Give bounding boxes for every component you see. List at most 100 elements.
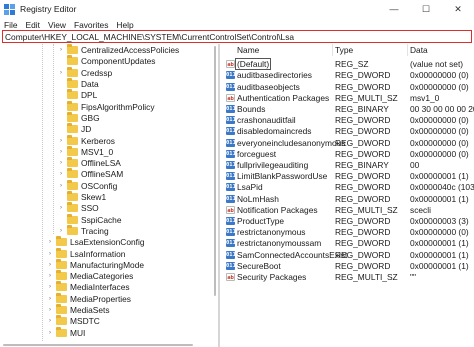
value-data: 0x00000001 (1) bbox=[410, 260, 469, 271]
value-row[interactable]: ab (Default) REG_SZ (value not set) bbox=[220, 58, 474, 71]
value-row[interactable]: 011 fullprivilegeauditing REG_BINARY 00 bbox=[220, 159, 474, 170]
value-row[interactable]: 011 everyoneincludesanonymous REG_DWORD 0x0… bbox=[220, 137, 474, 148]
chevron-right-icon[interactable]: › bbox=[57, 205, 65, 211]
value-row[interactable]: 011 auditbasedirectories REG_DWORD 0x000000… bbox=[220, 70, 474, 81]
value-name: restrictanonymoussam bbox=[237, 238, 322, 249]
chevron-right-icon[interactable]: › bbox=[46, 296, 54, 302]
close-button[interactable]: ✕ bbox=[442, 0, 474, 18]
value-name: (Default) bbox=[235, 58, 272, 71]
tree-item[interactable]: › OSConfig bbox=[0, 179, 218, 191]
tree-item[interactable]: › MSDTC bbox=[0, 315, 218, 327]
menu-file[interactable]: File bbox=[0, 20, 22, 30]
value-row[interactable]: ab Security Packages REG_MULTI_SZ "" bbox=[220, 271, 474, 282]
chevron-right-icon[interactable]: › bbox=[46, 330, 54, 336]
value-type: REG_DWORD bbox=[335, 238, 391, 249]
tree-hscroll-thumb[interactable] bbox=[3, 344, 193, 346]
tree-item[interactable]: › Credssp bbox=[0, 66, 218, 78]
column-header: Name Type Data bbox=[220, 44, 474, 56]
chevron-right-icon[interactable]: › bbox=[57, 47, 65, 53]
binary-value-icon: 011 bbox=[226, 250, 236, 259]
tree-horizontal-scrollbar[interactable] bbox=[0, 342, 212, 347]
chevron-right-icon[interactable]: › bbox=[46, 239, 54, 245]
tree-item[interactable]: › OfflineLSA bbox=[0, 157, 218, 169]
tree-item[interactable]: › LsaInformation bbox=[0, 247, 218, 259]
value-row[interactable]: 011LsaPid REG_DWORD 0x0000040c (1036) bbox=[220, 182, 474, 193]
value-row[interactable]: 011 LimitBlankPasswordUse REG_DWORD 0x00000… bbox=[220, 171, 474, 182]
value-row[interactable]: 011 NoLmHash REG_DWORD 0x00000001 (1) bbox=[220, 193, 474, 204]
value-row[interactable]: 011 restrictanonymous REG_DWORD 0x00000000 … bbox=[220, 227, 474, 238]
value-type: REG_DWORD bbox=[335, 70, 391, 81]
value-row[interactable]: 011 SecureBoot REG_DWORD 0x00000001 (1) bbox=[220, 260, 474, 271]
tree-item-label: ManufacturingMode bbox=[70, 259, 145, 270]
tree-item-label: OSConfig bbox=[81, 180, 118, 191]
chevron-right-icon[interactable]: › bbox=[57, 149, 65, 155]
value-row[interactable]: ab Notification Packages REG_MULTI_SZ scecl… bbox=[220, 204, 474, 215]
tree-item[interactable]: › MUI bbox=[0, 326, 218, 338]
tree-item[interactable]: ComponentUpdates bbox=[0, 55, 218, 67]
tree-item[interactable]: Skew1 bbox=[0, 191, 218, 202]
binary-value-icon: 011 bbox=[226, 149, 236, 158]
tree-item[interactable]: › MediaSets bbox=[0, 304, 218, 315]
tree-item[interactable]: › MSV1_0 bbox=[0, 145, 218, 157]
tree-item[interactable]: › MediaCategories bbox=[0, 270, 218, 282]
value-row[interactable]: 011 restrictanonymoussam REG_DWORD 0x000000… bbox=[220, 238, 474, 249]
value-row[interactable]: 011 auditbaseobjects REG_DWORD 0x00000000 (… bbox=[220, 81, 474, 92]
tree-item[interactable]: JD bbox=[0, 123, 218, 135]
column-divider[interactable] bbox=[407, 44, 408, 56]
chevron-right-icon[interactable]: › bbox=[57, 183, 65, 189]
key-tree[interactable]: › CentralizedAccessPolicies ComponentUpdat… bbox=[0, 44, 218, 347]
tree-scroll-thumb[interactable] bbox=[214, 46, 216, 296]
chevron-right-icon[interactable]: › bbox=[57, 138, 65, 144]
tree-item[interactable]: › CentralizedAccessPolicies bbox=[0, 44, 218, 56]
binary-value-icon: 011 bbox=[226, 228, 236, 237]
value-type: REG_DWORD bbox=[335, 126, 391, 137]
value-row[interactable]: 011Bounds REG_BINARY 00 30 00 00 00 20 00 bbox=[220, 103, 474, 114]
tree-item[interactable]: › SSO bbox=[0, 202, 218, 214]
maximize-button[interactable]: ☐ bbox=[410, 0, 442, 18]
value-row[interactable]: ab Authentication Packages REG_MULTI_SZ msv… bbox=[220, 92, 474, 103]
chevron-right-icon[interactable]: › bbox=[46, 262, 54, 268]
chevron-right-icon[interactable]: › bbox=[46, 273, 54, 279]
tree-item[interactable]: SspiCache bbox=[0, 213, 218, 225]
value-row[interactable]: 011 ProductType REG_DWORD 0x00000003 (3) bbox=[220, 215, 474, 226]
column-data-header[interactable]: Data bbox=[410, 45, 428, 55]
value-data: 0x00000000 (0) bbox=[410, 137, 469, 148]
tree-item[interactable]: › MediaInterfaces bbox=[0, 281, 218, 293]
tree-item[interactable]: › OfflineSAM bbox=[0, 168, 218, 180]
menu-edit[interactable]: Edit bbox=[22, 20, 44, 30]
chevron-right-icon[interactable]: › bbox=[57, 160, 65, 166]
chevron-right-icon[interactable]: › bbox=[57, 70, 65, 76]
value-row[interactable]: 011 crashonauditfail REG_DWORD 0x00000000 (… bbox=[220, 115, 474, 126]
tree-item[interactable]: FipsAlgorithmPolicy bbox=[0, 100, 218, 112]
chevron-right-icon[interactable]: › bbox=[46, 318, 54, 324]
tree-item-label: MSDTC bbox=[70, 316, 100, 327]
address-bar[interactable]: Computer\HKEY_LOCAL_MACHINE\SYSTEM\Curre… bbox=[2, 30, 472, 43]
column-divider[interactable] bbox=[332, 44, 333, 56]
tree-item[interactable]: › Kerberos bbox=[0, 134, 218, 146]
value-row[interactable]: 011 disabledomaincreds REG_DWORD 0x00000000… bbox=[220, 126, 474, 137]
menu-favorites[interactable]: Favorites bbox=[70, 20, 112, 30]
value-row[interactable]: 011 SamConnectedAccountsExist REG_DWORD 0x0… bbox=[220, 249, 474, 260]
tree-item-label: FipsAlgorithmPolicy bbox=[81, 101, 155, 112]
tree-item[interactable]: › LsaExtensionConfig bbox=[0, 236, 218, 248]
menu-help[interactable]: Help bbox=[112, 20, 137, 30]
chevron-right-icon[interactable]: › bbox=[46, 251, 54, 257]
values-list[interactable]: Name Type Data ab (Default) REG_SZ (value n… bbox=[220, 44, 474, 347]
column-type-header[interactable]: Type bbox=[335, 45, 353, 55]
tree-item[interactable]: › Tracing bbox=[0, 224, 218, 236]
column-name-header[interactable]: Name bbox=[237, 45, 259, 55]
value-row[interactable]: 011 forceguest REG_DWORD 0x00000000 (0) bbox=[220, 148, 474, 159]
chevron-right-icon[interactable]: › bbox=[57, 228, 65, 234]
chevron-right-icon[interactable]: › bbox=[46, 307, 54, 313]
tree-item[interactable]: › ManufacturingMode bbox=[0, 258, 218, 270]
tree-item[interactable]: Data bbox=[0, 78, 218, 89]
value-type: REG_SZ bbox=[335, 59, 369, 70]
tree-item[interactable]: GBG bbox=[0, 111, 218, 123]
folder-icon bbox=[56, 326, 67, 337]
menu-view[interactable]: View bbox=[44, 20, 70, 30]
chevron-right-icon[interactable]: › bbox=[46, 284, 54, 290]
tree-item[interactable]: › MediaProperties bbox=[0, 292, 218, 304]
chevron-right-icon[interactable]: › bbox=[57, 171, 65, 177]
tree-item[interactable]: DPL bbox=[0, 89, 218, 101]
minimize-button[interactable]: — bbox=[378, 0, 410, 18]
